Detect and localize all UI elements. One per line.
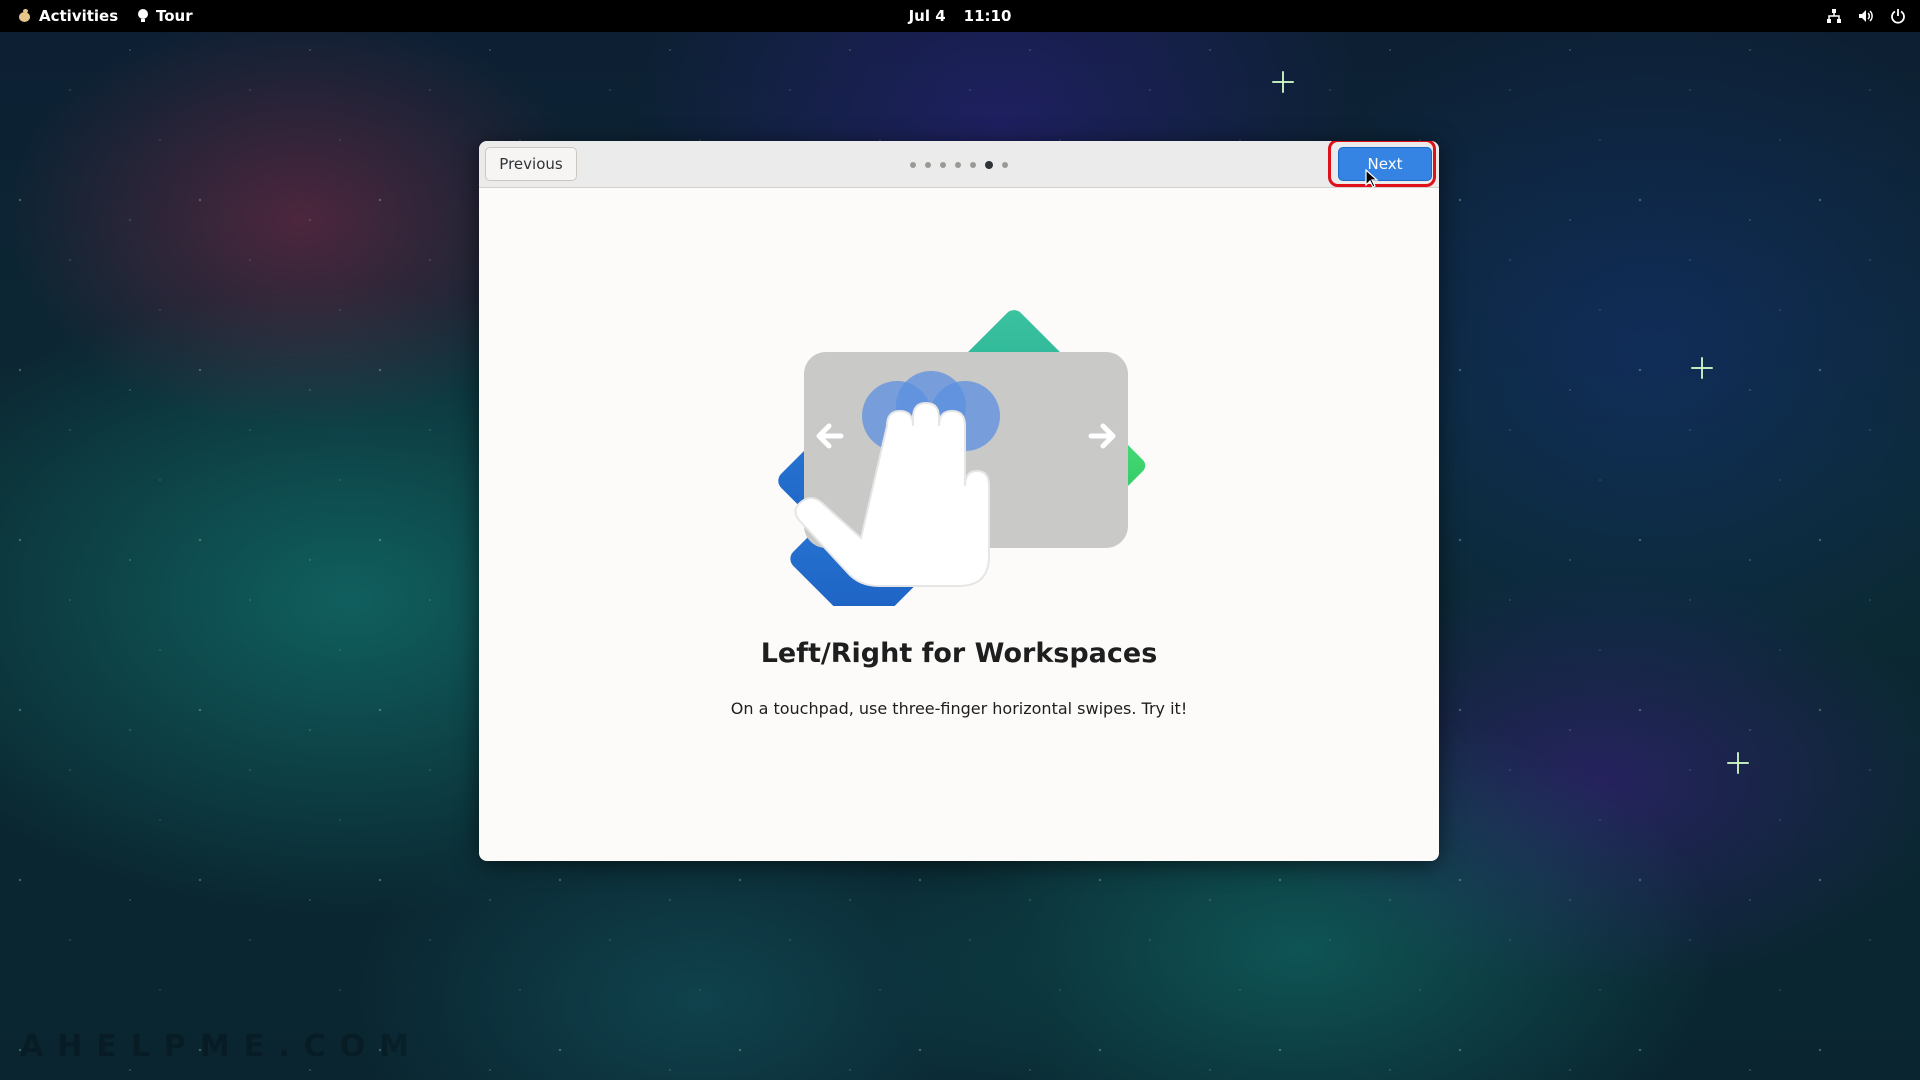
app-menu-tour[interactable]: Tour [138,0,193,32]
clock-date: Jul 4 [908,7,946,25]
mouse-pointer-icon [1365,169,1379,188]
header-bar: Previous Next [479,141,1439,188]
lightbulb-icon [138,9,148,23]
volume-icon [1858,8,1874,24]
top-bar: Activities Tour Jul 4 11:10 [0,0,1920,32]
page-dot[interactable] [955,162,961,168]
network-icon [1826,8,1842,24]
page-dot[interactable] [1002,162,1008,168]
activities-label: Activities [39,7,119,25]
clock-time: 11:10 [963,7,1012,25]
gnome-foot-icon [18,9,31,23]
page-dot-current[interactable] [985,161,993,169]
page-dot[interactable] [910,162,916,168]
sparkle [1729,754,1747,772]
page-dot[interactable] [925,162,931,168]
page-indicator [910,161,1008,169]
power-icon [1890,8,1906,24]
system-tray[interactable] [1826,0,1906,32]
tour-dialog: Previous Next Left/Right for Workspaces … [479,141,1439,861]
workspace-swipe-illustration [778,310,1146,606]
sparkle [1693,359,1711,377]
clock[interactable]: Jul 4 11:10 [909,0,1012,32]
activities-button[interactable]: Activities [18,0,118,32]
tour-page-description: On a touchpad, use three-finger horizont… [730,699,1188,718]
watermark: AHELPME.COM [20,1029,424,1064]
page-dot[interactable] [970,162,976,168]
previous-button[interactable]: Previous [485,147,577,181]
sparkle [1274,73,1292,91]
next-button[interactable]: Next [1338,147,1432,181]
page-dot[interactable] [940,162,946,168]
app-menu-label: Tour [156,7,193,25]
tour-page-title: Left/Right for Workspaces [760,638,1158,669]
